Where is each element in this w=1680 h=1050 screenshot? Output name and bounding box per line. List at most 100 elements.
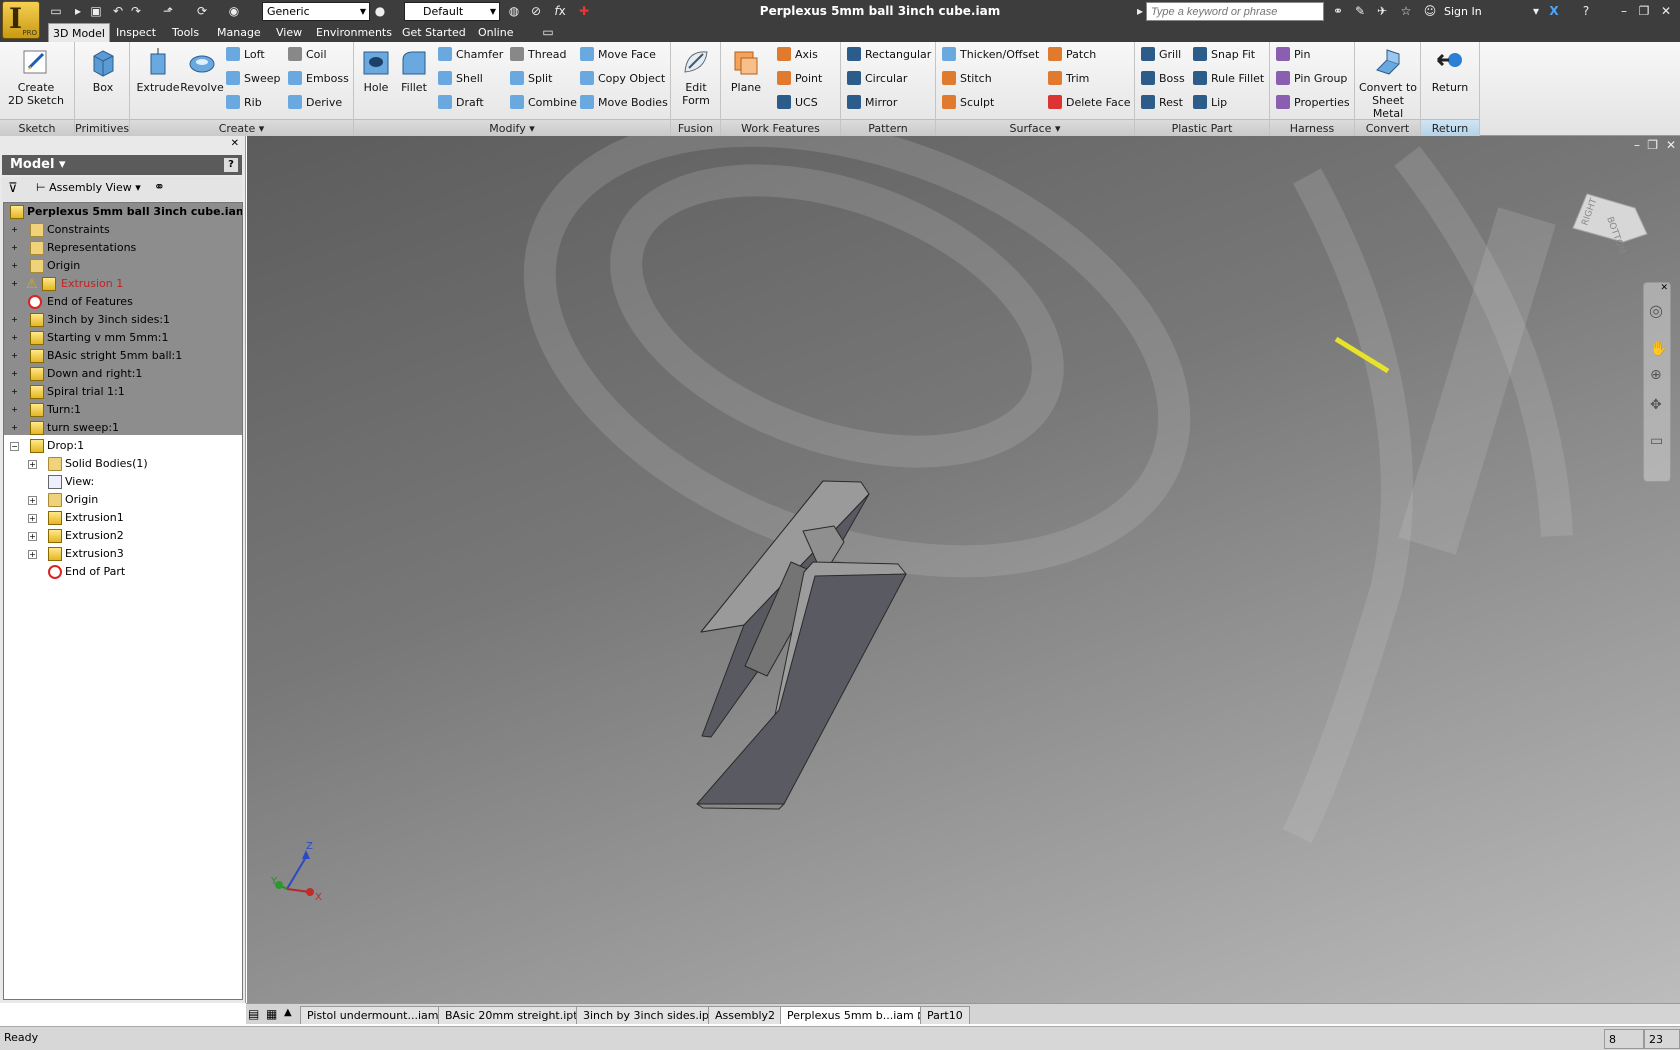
viewport-minimize-icon[interactable]: –: [1634, 138, 1640, 152]
sculpt-button[interactable]: Sculpt: [942, 94, 994, 112]
sweep-button[interactable]: Sweep: [226, 70, 281, 88]
cascade-icon[interactable]: ▦: [266, 1007, 277, 1021]
expand-icon[interactable]: +: [10, 316, 19, 325]
tab-get-started[interactable]: Get Started: [398, 23, 470, 42]
rule-fillet-button[interactable]: Rule Fillet: [1193, 70, 1264, 88]
point-button[interactable]: Point: [777, 70, 822, 88]
pan-icon[interactable]: ✋: [1650, 341, 1667, 357]
loft-button[interactable]: Loft: [226, 46, 265, 64]
tab-manage[interactable]: Manage: [213, 23, 265, 42]
boss-button[interactable]: Boss: [1141, 70, 1185, 88]
application-menu-button[interactable]: I PRO: [2, 1, 40, 39]
new-icon[interactable]: ▭: [48, 4, 64, 18]
save-icon[interactable]: ▣: [88, 4, 104, 18]
help-icon[interactable]: ?: [224, 158, 238, 172]
clear-appearance-icon[interactable]: ⊘: [528, 4, 544, 18]
expand-icon[interactable]: +: [10, 388, 19, 397]
rib-button[interactable]: Rib: [226, 94, 262, 112]
binoculars-icon[interactable]: ⚭: [1330, 4, 1346, 18]
tab-tools[interactable]: Tools: [168, 23, 203, 42]
tab-online[interactable]: Online: [474, 23, 517, 42]
pin-button[interactable]: Pin: [1276, 46, 1310, 64]
graphics-window[interactable]: RIGHT BOTTOM Z X Y – ❐ ✕ ✕ ◎ ✋ ⊕ ✥ ▭: [247, 136, 1680, 1003]
minimize-icon[interactable]: –: [1616, 4, 1632, 18]
close-icon[interactable]: ✕: [1658, 4, 1674, 18]
expand-icon[interactable]: +: [28, 550, 37, 559]
expand-icon[interactable]: +: [10, 244, 19, 253]
update-icon[interactable]: ⟳: [194, 4, 210, 18]
grill-button[interactable]: Grill: [1141, 46, 1181, 64]
exchange-icon[interactable]: X: [1546, 4, 1562, 18]
plane-button[interactable]: Plane: [725, 46, 767, 94]
help-icon[interactable]: ?: [1578, 4, 1594, 18]
steering-wheel-icon[interactable]: ◎: [1649, 301, 1663, 320]
tab-3d-model[interactable]: 3D Model: [48, 23, 110, 42]
assembly-view-dropdown[interactable]: ⊢ Assembly View ▾: [36, 181, 146, 194]
viewcube[interactable]: RIGHT BOTTOM: [1572, 193, 1648, 255]
sign-in-link[interactable]: Sign In: [1444, 0, 1482, 23]
box-button[interactable]: Box: [83, 46, 123, 94]
move-bodies-button[interactable]: Move Bodies: [580, 94, 668, 112]
axis-button[interactable]: Axis: [777, 46, 818, 64]
chevron-down-icon[interactable]: ▾: [1528, 4, 1544, 18]
restore-icon[interactable]: ❐: [1636, 4, 1652, 18]
split-button[interactable]: Split: [510, 70, 552, 88]
function-icon[interactable]: fx: [552, 4, 568, 18]
fillet-button[interactable]: Fillet: [394, 46, 434, 94]
extrude-button[interactable]: Extrude: [134, 46, 182, 94]
lip-button[interactable]: Lip: [1193, 94, 1227, 112]
snap-fit-button[interactable]: Snap Fit: [1193, 46, 1255, 64]
trim-button[interactable]: Trim: [1048, 70, 1089, 88]
tab-environments[interactable]: Environments: [312, 23, 396, 42]
ucs-button[interactable]: UCS: [777, 94, 818, 112]
doc-tab-pistol[interactable]: Pistol undermount...iam: [300, 1006, 446, 1024]
stitch-button[interactable]: Stitch: [942, 70, 992, 88]
patch-button[interactable]: Patch: [1048, 46, 1096, 64]
browser-header[interactable]: Model ▾ ?: [2, 155, 242, 175]
delete-face-button[interactable]: Delete Face: [1048, 94, 1131, 112]
move-face-button[interactable]: Move Face: [580, 46, 656, 64]
panel-label-modify[interactable]: Modify ▾: [354, 119, 670, 136]
model-canvas[interactable]: RIGHT BOTTOM Z X Y: [247, 136, 1680, 1003]
redo-icon[interactable]: ↷: [128, 4, 144, 18]
mirror-button[interactable]: Mirror: [847, 94, 897, 112]
combine-button[interactable]: Combine: [510, 94, 577, 112]
hole-button[interactable]: Hole: [356, 46, 396, 94]
color-wheel-icon[interactable]: ◉: [226, 4, 242, 18]
pin-group-button[interactable]: Pin Group: [1276, 70, 1347, 88]
tile-icon[interactable]: ▤: [248, 1007, 259, 1021]
panel-label-create[interactable]: Create ▾: [130, 119, 353, 136]
open-icon[interactable]: ▸: [70, 4, 86, 18]
camera-icon[interactable]: ▭: [540, 25, 556, 39]
derive-button[interactable]: Derive: [288, 94, 342, 112]
create-2d-sketch-button[interactable]: Create 2D Sketch: [6, 46, 66, 107]
coil-button[interactable]: Coil: [288, 46, 327, 64]
doc-tab-3inch-sides[interactable]: 3inch by 3inch sides.ipt: [576, 1006, 721, 1024]
copy-object-button[interactable]: Copy Object: [580, 70, 665, 88]
edit-form-button[interactable]: Edit Form: [677, 46, 715, 107]
expand-icon[interactable]: +: [10, 334, 19, 343]
chamfer-button[interactable]: Chamfer: [438, 46, 503, 64]
undo-icon[interactable]: ↶: [110, 4, 126, 18]
doc-tab-perplexus[interactable]: Perplexus 5mm b...iam ⊠: [780, 1006, 934, 1024]
expand-icon[interactable]: +: [10, 352, 19, 361]
expand-icon[interactable]: +: [28, 460, 37, 469]
thicken-offset-button[interactable]: Thicken/Offset: [942, 46, 1039, 64]
panel-label-surface[interactable]: Surface ▾: [936, 119, 1134, 136]
rectangular-pattern-button[interactable]: Rectangular: [847, 46, 931, 64]
orbit-icon[interactable]: ✥: [1650, 397, 1662, 413]
properties-button[interactable]: Properties: [1276, 94, 1350, 112]
revolve-button[interactable]: Revolve: [178, 46, 226, 94]
close-icon[interactable]: ✕: [1660, 283, 1668, 293]
shell-button[interactable]: Shell: [438, 70, 483, 88]
expand-icon[interactable]: +: [28, 496, 37, 505]
search-input[interactable]: [1146, 2, 1324, 21]
viewport-restore-icon[interactable]: ❐: [1647, 138, 1658, 152]
viewport-close-icon[interactable]: ✕: [1666, 138, 1676, 152]
appearance-dropdown[interactable]: Default ▼: [404, 2, 500, 21]
binoculars-icon[interactable]: ⚭: [154, 180, 165, 195]
expand-icon[interactable]: +: [10, 280, 19, 289]
zoom-icon[interactable]: ⊕: [1650, 367, 1662, 383]
material-dropdown[interactable]: Generic ▼: [262, 2, 370, 21]
close-icon[interactable]: ✕: [231, 138, 239, 149]
